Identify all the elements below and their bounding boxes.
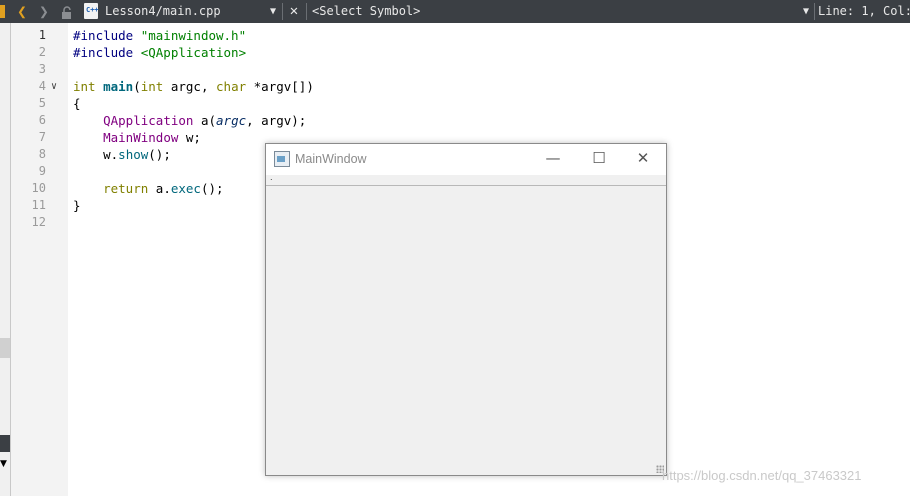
code-line[interactable]: }	[73, 197, 81, 214]
line-number: 4	[38, 79, 46, 93]
code-token: main	[103, 79, 134, 94]
code-line[interactable]: return a.exec();	[73, 180, 224, 197]
code-token: char	[216, 79, 254, 94]
code-line[interactable]: int main(int argc, char *argv[])	[73, 78, 314, 95]
symbol-dropdown-icon[interactable]: ▼	[799, 0, 813, 23]
code-token: <QApplication>	[140, 45, 247, 60]
line-number-gutter: 1 2 3 4 5 6 7 8 9 10 11 12 ∨	[11, 23, 68, 496]
line-number: 9	[38, 164, 46, 178]
code-token: w.	[103, 147, 119, 162]
code-token: w;	[185, 130, 201, 145]
code-token: {	[73, 96, 81, 111]
code-token: int	[73, 79, 104, 94]
code-token: ();	[148, 147, 171, 162]
main-window-menubar[interactable]: .	[266, 173, 666, 186]
line-number: 6	[38, 113, 46, 127]
line-number: 3	[38, 62, 46, 76]
cursor-position[interactable]: Line: 1, Col: 1	[818, 0, 910, 23]
code-token: (	[133, 79, 141, 94]
symbol-selector[interactable]: <Select Symbol>	[312, 0, 792, 23]
cpp-file-icon: C++	[84, 3, 99, 19]
toolbar-divider	[306, 3, 307, 20]
code-token: MainWindow	[103, 130, 186, 145]
line-number: 5	[38, 96, 46, 110]
code-token: argc,	[170, 79, 217, 94]
line-number: 12	[31, 215, 46, 229]
code-line[interactable]: {	[73, 95, 81, 112]
code-token: QApplication	[103, 113, 201, 128]
code-token: #include	[73, 28, 141, 43]
fold-chevron-icon[interactable]: ∨	[51, 78, 61, 95]
lock-icon[interactable]	[60, 5, 74, 19]
code-line[interactable]: MainWindow w;	[73, 129, 201, 146]
code-token: exec	[170, 181, 201, 196]
line-number: 10	[31, 181, 46, 195]
line-number: 2	[38, 45, 46, 59]
close-document-icon[interactable]: ✕	[286, 0, 302, 23]
file-dropdown-icon[interactable]: ▼	[266, 0, 280, 23]
code-token: }	[73, 198, 81, 213]
code-token: argc	[216, 113, 247, 128]
panel-button[interactable]	[0, 435, 10, 452]
chevron-left-icon[interactable]: ❮	[14, 0, 30, 23]
panel-scroll-thumb[interactable]	[0, 338, 10, 358]
close-button[interactable]: ✕	[620, 144, 666, 175]
code-token: a.	[155, 181, 171, 196]
code-token: int	[140, 79, 171, 94]
main-window[interactable]: MainWindow — ☐ ✕ .	[265, 143, 667, 476]
expand-icon[interactable]: ▼	[0, 459, 10, 469]
toolbar-divider	[282, 3, 283, 20]
line-number: 7	[38, 130, 46, 144]
code-token: #include	[73, 45, 141, 60]
app-window-icon	[274, 151, 290, 167]
code-line[interactable]: QApplication a(argc, argv);	[73, 112, 306, 129]
left-panel-strip: ▼	[0, 23, 11, 496]
line-number: 1	[38, 28, 46, 42]
editor-toolbar: ❮ ❯ C++ Lesson4/main.cpp ▼ ✕ <Select Sym…	[0, 0, 910, 23]
code-token: a(	[200, 113, 217, 128]
code-token: ();	[200, 181, 224, 196]
menubar-marker: .	[270, 173, 273, 182]
main-window-titlebar[interactable]: MainWindow — ☐ ✕	[266, 144, 666, 175]
watermark: https://blog.csdn.net/qq_37463321	[662, 468, 862, 483]
minimize-button[interactable]: —	[530, 144, 576, 175]
code-token: return	[103, 181, 156, 196]
code-line[interactable]: #include <QApplication>	[73, 44, 246, 61]
toolbar-divider	[814, 3, 815, 20]
maximize-button[interactable]: ☐	[576, 144, 622, 175]
sidebar-toggle-stub[interactable]	[0, 5, 5, 18]
code-line[interactable]: #include "mainwindow.h"	[73, 27, 246, 44]
code-token: show	[118, 147, 149, 162]
code-token: "mainwindow.h"	[140, 28, 247, 43]
chevron-right-icon[interactable]: ❯	[36, 0, 52, 23]
open-file-name[interactable]: Lesson4/main.cpp	[105, 0, 265, 23]
code-line[interactable]: w.show();	[73, 146, 171, 163]
main-window-title: MainWindow	[295, 152, 367, 166]
line-number: 11	[31, 198, 46, 212]
code-token: *argv[])	[253, 79, 314, 94]
code-token: , argv);	[246, 113, 307, 128]
line-number: 8	[38, 147, 46, 161]
